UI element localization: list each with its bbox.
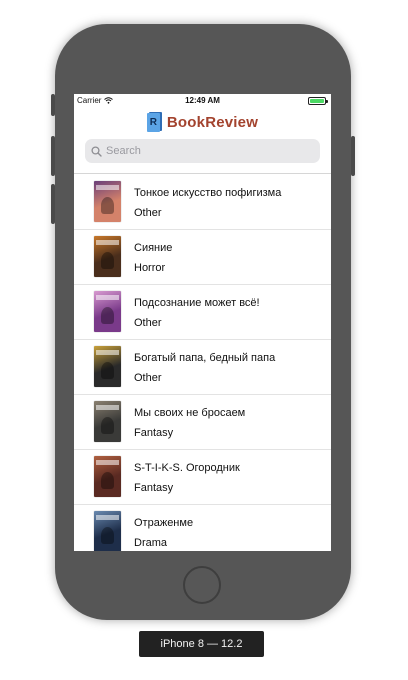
book-cover-image (94, 456, 121, 497)
book-row[interactable]: Подсознание может всё! Other (74, 285, 331, 340)
volume-down-button (51, 184, 55, 224)
book-genre: Fantasy (134, 427, 174, 439)
book-title: Мы своих не бросаем (134, 407, 246, 419)
book-genre: Other (134, 372, 162, 384)
book-row[interactable]: Тонкое искусство пофигизма Other (74, 175, 331, 230)
mute-switch (51, 94, 55, 116)
book-genre: Other (134, 317, 162, 329)
status-bar: Carrier 12:49 AM (74, 94, 331, 108)
book-cover-image (94, 346, 121, 387)
book-title: Сияние (134, 242, 173, 254)
status-time: 12:49 AM (185, 96, 220, 105)
book-title: Подсознание может всё! (134, 297, 260, 309)
volume-up-button (51, 136, 55, 176)
book-logo-icon: R (146, 112, 163, 132)
book-cover-image (94, 236, 121, 277)
book-genre: Fantasy (134, 482, 174, 494)
book-title: Тонкое искусство пофигизма (134, 187, 282, 199)
book-row[interactable]: Отраженме Drama (74, 505, 331, 551)
book-title: S-T-I-K-S. Огородник (134, 462, 240, 474)
app-header: R BookReview (74, 110, 331, 134)
iphone-device-frame: Carrier 12:49 AM R BookReview Search Тон… (51, 24, 355, 620)
search-bar[interactable] (85, 139, 320, 163)
app-title: BookReview (166, 113, 259, 131)
search-icon (91, 145, 102, 157)
battery-fill (310, 99, 324, 103)
device-label: iPhone 8 — 12.2 (139, 631, 264, 657)
book-list: Тонкое искусство пофигизма Other Сияние Hor… (74, 175, 331, 551)
book-cover-image (94, 291, 121, 332)
book-row[interactable]: Богатый папа, бедный папа Other (74, 340, 331, 395)
simulator-stage: Carrier 12:49 AM R BookReview Search Тон… (0, 0, 408, 680)
battery-icon (308, 97, 328, 105)
book-row[interactable]: Сияние Horror (74, 230, 331, 285)
book-cover-image (94, 511, 121, 551)
search-input[interactable] (106, 145, 306, 157)
book-genre: Horror (134, 262, 166, 274)
book-row[interactable]: S-T-I-K-S. Огородник Fantasy (74, 450, 331, 505)
book-cover-image (94, 181, 121, 222)
book-title: Богатый папа, бедный папа (134, 352, 276, 364)
logo-letter: R (146, 113, 160, 132)
book-genre: Drama (134, 537, 168, 549)
book-row[interactable]: Мы своих не бросаем Fantasy (74, 395, 331, 450)
book-genre: Other (134, 207, 162, 219)
app-screen: Carrier 12:49 AM R BookReview Search Тон… (74, 94, 331, 551)
book-title: Отраженме (134, 517, 194, 529)
book-cover-image (94, 401, 121, 442)
home-button[interactable] (183, 566, 221, 604)
power-button (351, 136, 355, 176)
header-divider (74, 173, 331, 174)
